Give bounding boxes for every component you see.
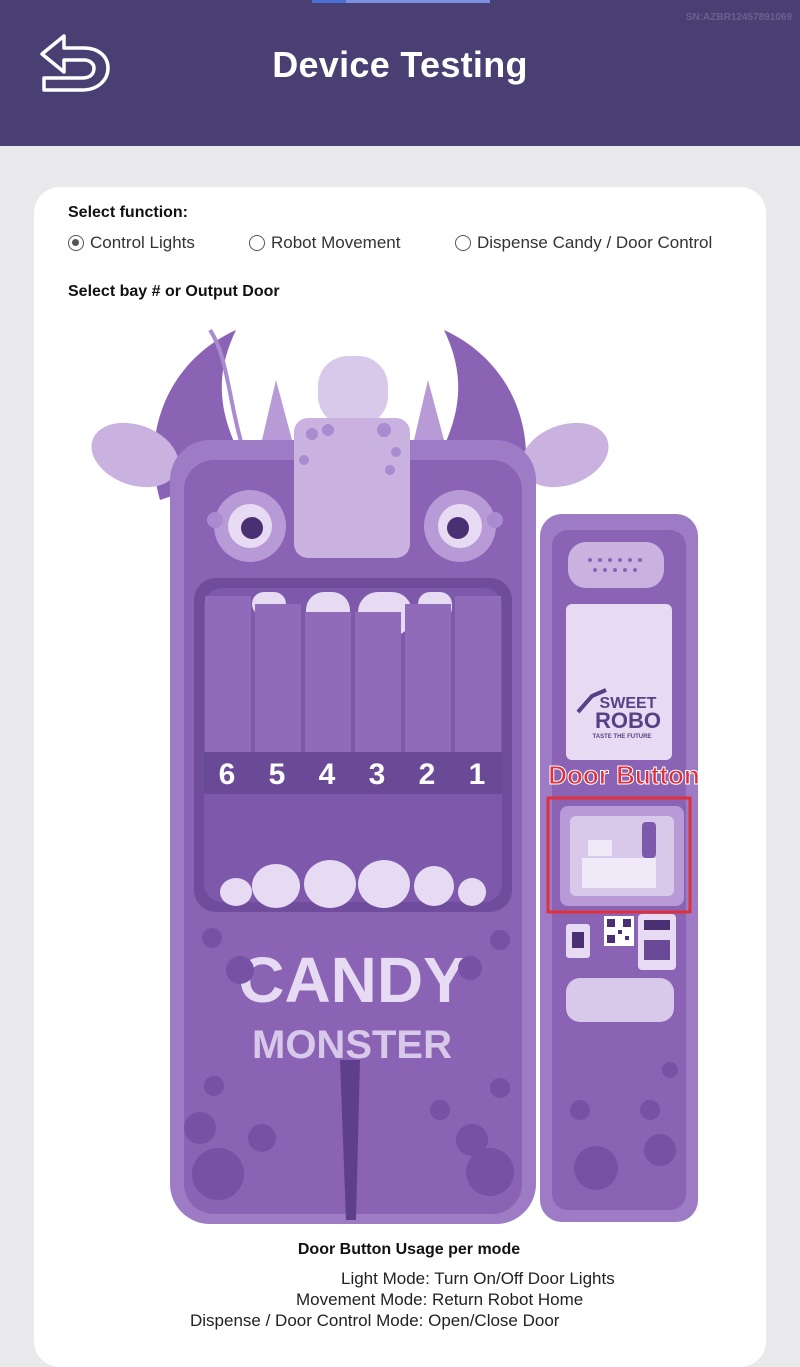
serial-number: SN:AZBR12457891069 — [685, 12, 792, 23]
select-bay-label: Select bay # or Output Door — [68, 283, 280, 300]
radio-label: Control Lights — [90, 233, 195, 252]
brand-tagline: TASTE THE FUTURE — [593, 734, 652, 740]
candy-monster-machine: 6 5 4 3 2 1 CANDY MONSTER SWEET ROBO TAS… — [91, 328, 700, 1224]
machine-name-line1: CANDY — [238, 944, 466, 1016]
radio-label: Dispense Candy / Door Control — [477, 233, 713, 252]
bay-2-button[interactable]: 2 — [419, 758, 436, 791]
brand-line2: ROBO — [595, 708, 661, 733]
radio-dispense-door[interactable]: Dispense Candy / Door Control — [455, 233, 712, 253]
tab-strip — [312, 0, 490, 3]
header-bar: Device Testing SN:AZBR12457891069 — [0, 0, 800, 146]
bay-6-button[interactable]: 6 — [219, 758, 236, 791]
radio-label: Robot Movement — [271, 233, 401, 252]
usage-line-movement: Movement Mode: Return Robot Home — [296, 1290, 584, 1309]
door-button-label: Door Button — [548, 760, 700, 790]
usage-title: Door Button Usage per mode — [297, 1241, 521, 1258]
radio-robot-movement[interactable]: Robot Movement — [249, 233, 400, 253]
radio-unselected-icon[interactable] — [455, 235, 471, 251]
radio-selected-icon[interactable] — [68, 235, 84, 251]
bay-1-button[interactable]: 1 — [469, 758, 486, 791]
bay-5-button[interactable]: 5 — [269, 758, 286, 791]
usage-line-dispense: Dispense / Door Control Mode: Open/Close… — [190, 1311, 560, 1330]
bay-3-button[interactable]: 3 — [369, 758, 386, 791]
bay-4-button[interactable]: 4 — [319, 758, 336, 791]
usage-line-light: Light Mode: Turn On/Off Door Lights — [341, 1269, 615, 1288]
radio-control-lights[interactable]: Control Lights — [68, 233, 195, 253]
page-title: Device Testing — [272, 44, 528, 85]
select-function-label: Select function: — [68, 204, 189, 221]
radio-unselected-icon[interactable] — [249, 235, 265, 251]
